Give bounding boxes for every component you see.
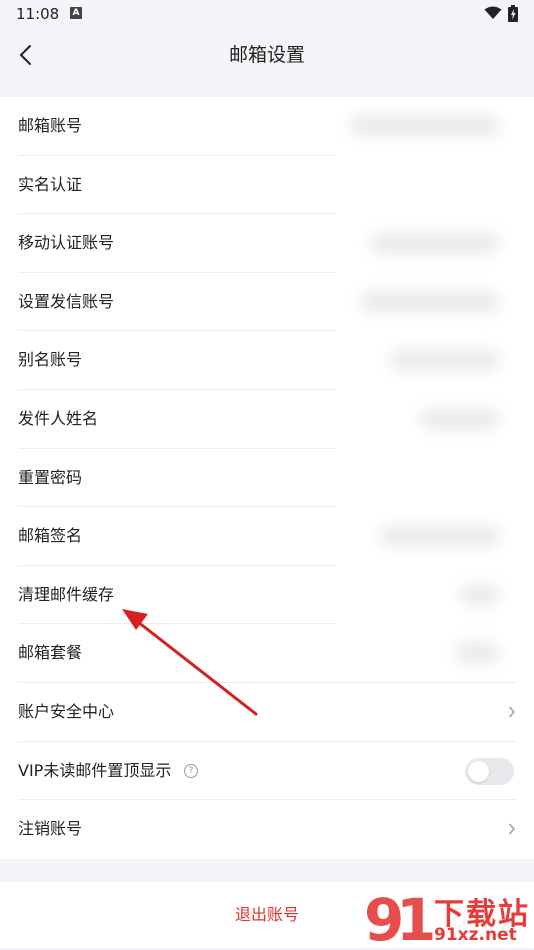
blurred-value	[380, 525, 500, 548]
settings-item-vip-unread-pin: VIP未读邮件置顶显示 ?	[0, 742, 534, 801]
page-title: 邮箱设置	[228, 44, 305, 66]
settings-item-label: VIP未读邮件置顶显示	[18, 760, 172, 780]
settings-item-send-account[interactable]: 设置发信账号	[0, 273, 534, 332]
toggle-knob	[468, 760, 489, 782]
settings-item-label: 邮箱账号	[18, 116, 83, 135]
wifi-icon	[484, 6, 502, 19]
settings-item-label: 邮箱签名	[18, 526, 83, 546]
settings-list: 邮箱账号 实名认证 移动认证账号 设置发信账号 别名账号 发件人姓名 重置密码 …	[0, 97, 534, 859]
status-bar: 11:08 A	[0, 0, 534, 28]
vip-unread-pin-toggle[interactable]	[465, 757, 514, 785]
settings-item-label: 注销账号	[18, 819, 83, 839]
settings-item-label: 账户安全中心	[18, 702, 115, 721]
blurred-value	[360, 290, 500, 313]
settings-item-label: 重置密码	[18, 467, 83, 487]
settings-item-label: 实名认证	[18, 174, 83, 194]
blurred-value	[455, 642, 500, 665]
chevron-right-icon	[508, 706, 515, 718]
settings-item-mail-plan[interactable]: 邮箱套餐	[0, 624, 534, 683]
svg-text:1: 1	[396, 888, 436, 948]
settings-item-label: 清理邮件缓存	[18, 584, 115, 604]
settings-item-real-name[interactable]: 实名认证	[0, 156, 534, 215]
status-time: 11:08	[16, 5, 60, 23]
blurred-value	[420, 408, 500, 430]
blurred-value	[460, 583, 500, 606]
blurred-value	[390, 349, 500, 372]
settings-item-label: 移动认证账号	[18, 233, 115, 253]
settings-item-reset-password[interactable]: 重置密码	[0, 449, 534, 508]
settings-item-label: 设置发信账号	[18, 291, 115, 311]
chevron-right-icon	[508, 823, 515, 835]
settings-item-mobile-auth[interactable]: 移动认证账号	[0, 214, 534, 273]
settings-item-clear-cache[interactable]: 清理邮件缓存	[0, 566, 534, 625]
blurred-value	[350, 115, 500, 137]
settings-item-mailbox-account[interactable]: 邮箱账号	[0, 97, 534, 156]
settings-item-label: 别名账号	[18, 350, 83, 370]
settings-item-alias-account[interactable]: 别名账号	[0, 331, 534, 390]
settings-item-sender-name[interactable]: 发件人姓名	[0, 390, 534, 449]
nav-bar: 邮箱设置	[0, 28, 534, 82]
blurred-value	[370, 232, 500, 255]
watermark-domain: 91xz.net	[434, 925, 517, 945]
back-chevron-icon[interactable]	[16, 41, 36, 69]
settings-item-signature[interactable]: 邮箱签名	[0, 507, 534, 566]
settings-item-security-center[interactable]: 账户安全中心	[0, 683, 534, 742]
battery-icon	[508, 5, 518, 22]
help-question-icon[interactable]: ?	[184, 763, 198, 778]
settings-item-close-account[interactable]: 注销账号	[0, 800, 534, 859]
notification-a-icon: A	[70, 7, 82, 19]
settings-item-label: 邮箱套餐	[18, 643, 83, 663]
settings-item-label: 发件人姓名	[18, 409, 99, 428]
